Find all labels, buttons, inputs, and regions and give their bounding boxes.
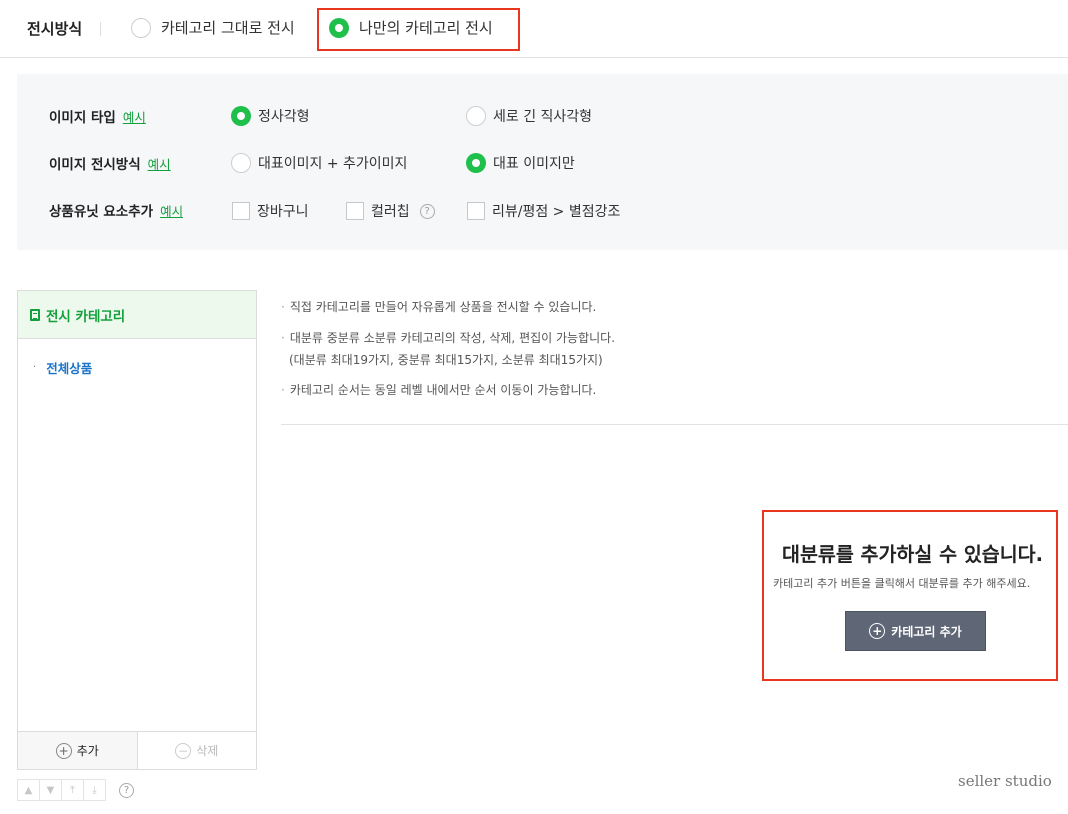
- display-mode-option-default[interactable]: 카테고리 그대로 전시: [131, 17, 295, 38]
- divider: [100, 22, 101, 36]
- bullet: ·: [281, 383, 285, 397]
- highlight-box: [317, 8, 520, 51]
- image-type-square-option[interactable]: 정사각형: [231, 106, 310, 126]
- radio-icon[interactable]: [466, 106, 486, 126]
- tree-item-all-products[interactable]: · 전체상품: [33, 358, 92, 377]
- empty-state-subtitle: 카테고리 추가 버튼을 클릭해서 대분류를 추가 해주세요.: [773, 577, 1031, 590]
- image-display-row: 이미지 전시방식 예시: [49, 152, 171, 174]
- option-label: 정사각형: [258, 109, 310, 125]
- checkbox-icon[interactable]: [346, 202, 364, 220]
- move-up-icon[interactable]: ▲: [17, 779, 40, 801]
- seller-studio-logo: seller studio: [958, 772, 1052, 790]
- option-label: 카테고리 그대로 전시: [161, 19, 295, 37]
- radio-icon[interactable]: [131, 17, 151, 38]
- info-line: · 대분류 중분류 소분류 카테고리의 작성, 삭제, 편집이 가능합니다.: [281, 331, 616, 345]
- image-type-row: 이미지 타입 예시: [49, 105, 146, 127]
- image-display-label: 이미지 전시방식: [49, 157, 141, 173]
- image-display-main-only-option[interactable]: 대표 이미지만: [466, 153, 575, 173]
- delete-category-node-button[interactable]: − 삭제: [136, 732, 256, 769]
- unit-elements-example-link[interactable]: 예시: [160, 201, 183, 220]
- option-label: 대표 이미지만: [493, 156, 575, 172]
- info-line: · 직접 카테고리를 만들어 자유롭게 상품을 전시할 수 있습니다.: [281, 300, 597, 314]
- option-label: 세로 긴 직사각형: [493, 109, 593, 125]
- help-icon[interactable]: ?: [119, 782, 134, 798]
- move-bottom-icon[interactable]: ⤓: [83, 779, 106, 801]
- review-rating-checkbox[interactable]: 리뷰/평점 > 별점강조: [467, 201, 620, 221]
- unit-elements-row: 상품유닛 요소추가 예시: [49, 199, 183, 221]
- category-tree-header: 전시 카테고리: [18, 291, 256, 339]
- radio-selected-icon[interactable]: [231, 106, 251, 126]
- checkbox-icon[interactable]: [232, 202, 250, 220]
- highlight-box: [762, 510, 1058, 681]
- unit-elements-label: 상품유닛 요소추가: [49, 204, 154, 220]
- empty-state-title: 대분류를 추가하실 수 있습니다.: [782, 543, 1043, 566]
- content-divider: [281, 424, 1068, 425]
- radio-icon[interactable]: [231, 153, 251, 173]
- option-label: 컬러칩: [371, 204, 410, 220]
- category-tree-panel: 전시 카테고리 · 전체상품 + 추가 − 삭제: [17, 290, 257, 770]
- move-down-icon[interactable]: ▼: [39, 779, 62, 801]
- tree-item-label: 전체상품: [46, 361, 93, 376]
- add-category-button[interactable]: + 카테고리 추가: [845, 611, 986, 651]
- display-mode-bar: 전시방식 카테고리 그대로 전시 나만의 카테고리 전시: [0, 0, 1068, 58]
- button-label: 카테고리 추가: [891, 624, 962, 639]
- image-display-example-link[interactable]: 예시: [148, 154, 171, 173]
- move-top-icon[interactable]: ⤒: [61, 779, 84, 801]
- image-type-vertical-option[interactable]: 세로 긴 직사각형: [466, 106, 592, 126]
- button-label: 추가: [76, 744, 99, 758]
- bullet: ·: [33, 362, 37, 373]
- image-type-example-link[interactable]: 예시: [123, 107, 146, 126]
- button-label: 삭제: [196, 744, 219, 758]
- display-settings-panel: 이미지 타입 예시 정사각형 세로 긴 직사각형 이미지 전시방식 예시 대표이…: [17, 74, 1068, 250]
- radio-selected-icon[interactable]: [466, 153, 486, 173]
- category-tree-footer: + 추가 − 삭제: [18, 731, 256, 769]
- cart-checkbox[interactable]: 장바구니: [232, 201, 309, 221]
- checkbox-icon[interactable]: [467, 202, 485, 220]
- info-line: · 카테고리 순서는 동일 레벨 내에서만 순서 이동이 가능합니다.: [281, 383, 597, 397]
- plus-circle-icon: +: [55, 742, 72, 759]
- bullet: ·: [281, 300, 285, 314]
- info-line: (대분류 최대19가지, 중분류 최대15가지, 소분류 최대15가지): [289, 353, 603, 367]
- help-icon[interactable]: ?: [419, 203, 435, 219]
- display-mode-label: 전시방식: [27, 20, 83, 38]
- option-label: 장바구니: [257, 204, 309, 220]
- order-move-controls: ▲ ▼ ⤒ ⤓ ?: [17, 779, 134, 801]
- category-tree-title: 전시 카테고리: [46, 308, 126, 325]
- plus-circle-icon: +: [869, 623, 886, 639]
- bullet: ·: [281, 331, 285, 345]
- document-icon: [30, 308, 40, 321]
- image-type-label: 이미지 타입: [49, 110, 116, 126]
- minus-circle-icon: −: [175, 742, 192, 759]
- option-label: 대표이미지 + 추가이미지: [258, 156, 408, 172]
- add-category-node-button[interactable]: + 추가: [18, 732, 137, 769]
- image-display-with-extra-option[interactable]: 대표이미지 + 추가이미지: [231, 153, 407, 173]
- option-label: 리뷰/평점 > 별점강조: [492, 204, 621, 220]
- color-chip-checkbox[interactable]: 컬러칩 ?: [346, 201, 435, 221]
